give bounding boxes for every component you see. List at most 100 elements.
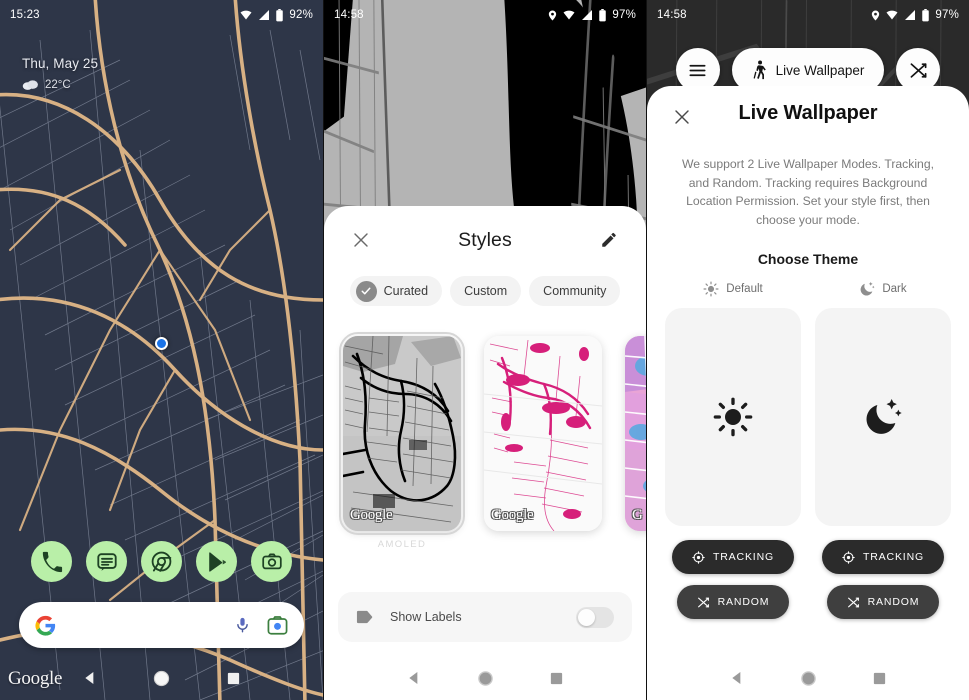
walking-person-icon <box>753 59 766 79</box>
theme-preview-dark[interactable] <box>815 308 951 527</box>
show-labels-row[interactable]: Show Labels <box>338 592 632 642</box>
home-circle-icon[interactable] <box>800 670 817 687</box>
card-google-watermark: Google <box>491 507 534 523</box>
status-time: 14:58 <box>334 9 364 21</box>
sun-icon <box>703 281 719 297</box>
choose-theme-heading: Choose Theme <box>757 251 859 268</box>
play-store-icon <box>208 551 226 572</box>
panel-live-wallpaper: 14:58 97% Live Wallpaper Live Wallpaper … <box>646 0 969 700</box>
battery-percent: 97% <box>612 9 636 21</box>
status-time: 14:58 <box>657 9 687 21</box>
back-triangle-icon[interactable] <box>406 670 422 686</box>
three-panel-screenshot: 15:23 92% Thu, May 25 22°C Google 14:58 … <box>0 0 969 700</box>
moon-stars-icon <box>866 399 902 435</box>
style-card-pink[interactable]: Google <box>484 336 602 531</box>
card-google-watermark: Google <box>350 507 393 523</box>
chip-curated[interactable]: Curated <box>349 276 443 306</box>
battery-icon <box>922 8 930 21</box>
theme-preview-default[interactable] <box>665 308 801 527</box>
style-card-vibrant[interactable]: G <box>625 336 646 531</box>
dark-tracking-button[interactable]: TRACKING <box>821 540 945 575</box>
pencil-edit-icon[interactable] <box>596 227 622 253</box>
back-triangle-icon[interactable] <box>82 670 98 686</box>
phone-icon <box>42 551 62 572</box>
recents-square-icon[interactable] <box>549 671 564 686</box>
panel-home-wallpaper: 15:23 92% Thu, May 25 22°C Google <box>0 0 323 700</box>
battery-icon <box>599 8 607 21</box>
label-tag-icon <box>356 610 373 624</box>
theme-option-dark: Dark TRACKING RANDOM <box>815 279 951 620</box>
live-wallpaper-title: Live Wallpaper <box>738 102 878 124</box>
hamburger-menu-icon <box>689 64 706 76</box>
google-search-bar[interactable] <box>19 602 304 648</box>
styles-title: Styles <box>458 228 512 251</box>
style-card-amoled[interactable]: Google <box>338 331 466 536</box>
dock-item-chrome[interactable] <box>141 541 182 582</box>
status-time: 15:23 <box>10 9 40 21</box>
microphone-icon[interactable] <box>234 615 251 635</box>
live-wallpaper-bottom-sheet: Live Wallpaper We support 2 Live Wallpap… <box>647 86 969 700</box>
wifi-icon <box>563 10 575 20</box>
styles-sheet-header: Styles <box>338 206 632 274</box>
dock-item-messages[interactable] <box>86 541 127 582</box>
button-label: TRACKING <box>712 551 775 564</box>
style-preview-pink <box>484 336 602 531</box>
back-triangle-icon[interactable] <box>729 670 745 686</box>
home-circle-icon[interactable] <box>477 670 494 687</box>
button-label: TRACKING <box>862 551 925 564</box>
live-wallpaper-description: We support 2 Live Wallpaper Modes. Track… <box>682 157 934 227</box>
theme-options-row: Default TRACKING RANDOM Dark TRACKING RA… <box>665 279 951 620</box>
location-pin-icon <box>872 9 880 21</box>
show-labels-text: Show Labels <box>390 610 462 624</box>
wifi-icon <box>886 10 898 20</box>
chip-label: Community <box>543 284 607 298</box>
current-location-dot <box>155 337 168 350</box>
check-circle-icon <box>355 280 377 302</box>
live-wallpaper-pill-label: Live Wallpaper <box>775 62 865 78</box>
card-google-watermark: G <box>632 507 643 523</box>
app-dock <box>0 541 323 582</box>
dark-random-button[interactable]: RANDOM <box>826 585 940 620</box>
home-circle-icon[interactable] <box>153 670 170 687</box>
close-icon[interactable] <box>669 104 695 130</box>
battery-percent: 92% <box>289 9 313 21</box>
wifi-icon <box>240 10 252 20</box>
theme-name: Dark <box>882 283 907 296</box>
shuffle-icon <box>910 62 927 78</box>
style-preview-vibrant <box>625 336 646 531</box>
chip-custom[interactable]: Custom <box>450 276 522 306</box>
theme-name: Default <box>726 283 763 296</box>
battery-icon <box>276 8 284 21</box>
location-pin-icon <box>549 9 557 21</box>
gps-target-icon <box>692 550 705 564</box>
style-preview-grayscale <box>343 336 461 531</box>
android-navbar-panel1 <box>0 656 323 700</box>
style-card-carousel[interactable]: Google Google G AMOLED <box>324 331 646 551</box>
default-tracking-button[interactable]: TRACKING <box>671 540 795 575</box>
battery-percent: 97% <box>935 9 959 21</box>
moon-stars-icon <box>860 282 875 296</box>
dock-item-phone[interactable] <box>31 541 72 582</box>
recents-square-icon[interactable] <box>226 671 241 686</box>
widget-temperature: 22°C <box>45 79 71 91</box>
status-bar-panel2: 14:58 97% <box>324 0 646 30</box>
default-random-button[interactable]: RANDOM <box>676 585 790 620</box>
recents-square-icon[interactable] <box>872 671 887 686</box>
clock-weather-widget[interactable]: Thu, May 25 22°C <box>22 56 98 91</box>
close-icon[interactable] <box>348 227 374 253</box>
sun-icon <box>713 397 753 437</box>
button-label: RANDOM <box>867 596 920 609</box>
style-card-label: AMOLED <box>377 539 427 550</box>
status-bar-panel3: 14:58 97% <box>647 0 969 30</box>
dock-item-play-store[interactable] <box>196 541 237 582</box>
signal-icon <box>582 10 593 20</box>
panel-styles: 14:58 97% Styles Curated Custom Communit… <box>323 0 646 700</box>
category-chip-group: Curated Custom Community <box>338 276 632 306</box>
google-lens-icon[interactable] <box>267 615 288 635</box>
show-labels-toggle[interactable] <box>576 606 614 628</box>
chip-community[interactable]: Community <box>529 276 621 306</box>
camera-icon <box>261 553 282 569</box>
dock-item-camera[interactable] <box>251 541 292 582</box>
theme-default-header: Default <box>703 279 763 299</box>
android-navbar-panel3 <box>647 656 969 700</box>
